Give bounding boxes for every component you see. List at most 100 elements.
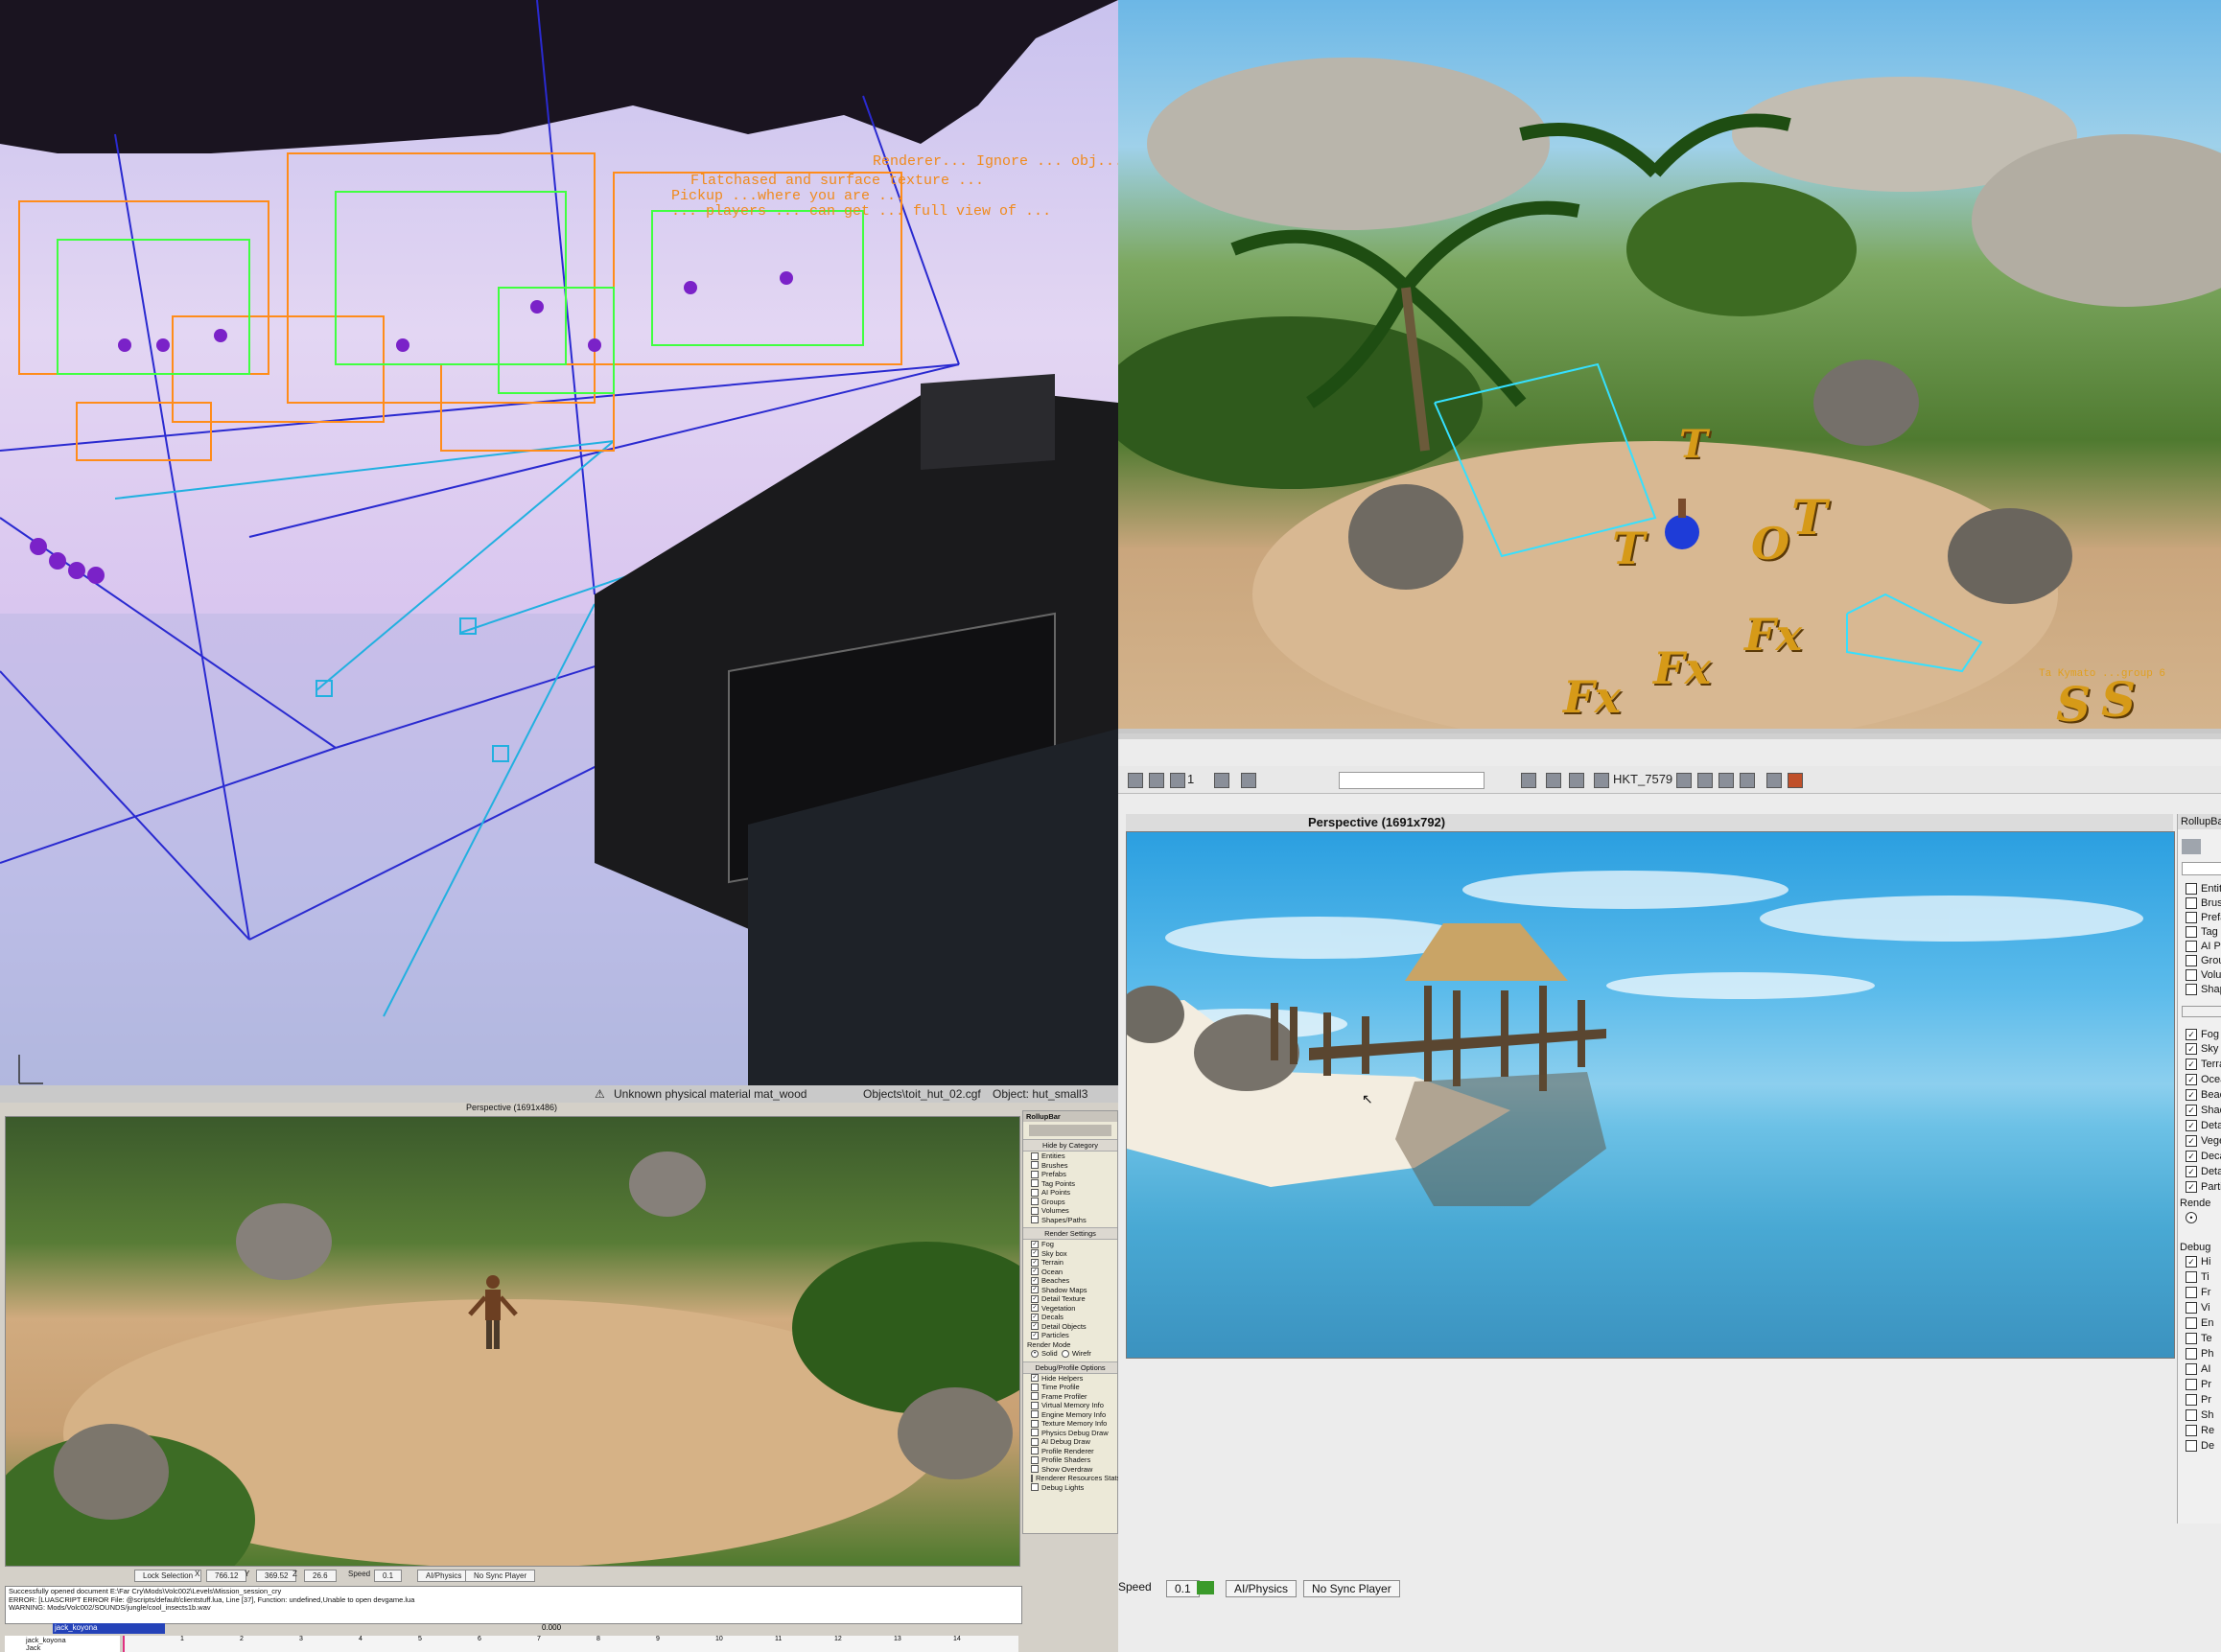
render-mode-radio[interactable]: • [2186, 1212, 2201, 1223]
debug-debuglights-checkbox[interactable]: Debug Lights [1023, 1483, 1117, 1493]
trigger-marker[interactable]: T [1612, 523, 1645, 574]
debug-texturemem-checkbox[interactable]: Texture Memory Info [1023, 1419, 1117, 1429]
no-sync-player-button[interactable]: No Sync Player [1303, 1580, 1400, 1597]
lock-selection-button[interactable]: Lock Selection [134, 1570, 202, 1582]
debug-hidehelpers-checkbox[interactable]: ✓ Hi [2186, 1256, 2210, 1268]
render-mode-radios[interactable]: • Solid Wirefr [1023, 1349, 1117, 1359]
wireframe-debug-viewport[interactable]: Renderer... Ignore ... obj... Flatchased… [0, 0, 1118, 1103]
debug-frameprofiler-checkbox[interactable]: Frame Profiler [1023, 1392, 1117, 1402]
fx-marker[interactable]: Fx [1563, 671, 1621, 723]
debug-renderresources-checkbox[interactable]: Re [2186, 1425, 2214, 1436]
render-detailobjects-checkbox[interactable]: ✓ Deta [2186, 1166, 2221, 1177]
debug-virtualmem-checkbox[interactable]: Virtual Memory Info [1023, 1401, 1117, 1410]
align-icon[interactable] [1676, 773, 1692, 788]
selection-dropdown[interactable] [1339, 772, 1485, 789]
hide-groups-checkbox[interactable]: Grou [2186, 955, 2221, 966]
debug-frameprofiler-checkbox[interactable]: Fr [2186, 1287, 2210, 1298]
render-fog-checkbox[interactable]: ✓ Fog [2186, 1029, 2219, 1040]
render-skybox-checkbox[interactable]: ✓ Sky box [1023, 1249, 1117, 1259]
align-icon[interactable] [1697, 773, 1713, 788]
hide-prefabs-checkbox[interactable]: Prefa [2186, 912, 2221, 923]
console-log[interactable]: Successfully opened document E:\Far Cry\… [5, 1586, 1022, 1624]
render-beaches-checkbox[interactable]: ✓ Beaches [1023, 1276, 1117, 1286]
debug-overdraw-checkbox[interactable]: Sh [2186, 1409, 2213, 1421]
debug-debuglights-checkbox[interactable]: De [2186, 1440, 2214, 1452]
hide-prefabs-checkbox[interactable]: Prefabs [1023, 1170, 1117, 1179]
render-detailtexture-checkbox[interactable]: ✓ Detail Texture [1023, 1294, 1117, 1304]
debug-timeprofile-checkbox[interactable]: Ti [2186, 1271, 2209, 1283]
debug-profilerenderer-checkbox[interactable]: Pr [2186, 1379, 2211, 1390]
hide-volumes-checkbox[interactable]: Volu [2186, 969, 2221, 981]
hide-tagpoints-checkbox[interactable]: Tag Points [1023, 1179, 1117, 1189]
ai-physics-button[interactable]: AI/Physics [417, 1570, 471, 1582]
hide-entities-checkbox[interactable]: Entiti [2186, 883, 2221, 895]
render-ocean-checkbox[interactable]: ✓ Ocean [1023, 1268, 1117, 1277]
jungle-viewport[interactable]: T T O T Fx Fx Fx S S Ta Kymato ...group … [1118, 0, 2221, 733]
goto-icon[interactable] [1546, 773, 1561, 788]
speed-field[interactable]: 0.1 [1166, 1580, 1200, 1597]
timeline-cursor[interactable] [123, 1636, 125, 1652]
hide-volumes-checkbox[interactable]: Volumes [1023, 1206, 1117, 1216]
render-terrain-checkbox[interactable]: ✓Terra [2186, 1059, 2221, 1070]
render-ocean-checkbox[interactable]: ✓Ocea [2186, 1074, 2221, 1085]
stop-icon[interactable] [1788, 773, 1803, 788]
y-coordinate-field[interactable]: 369.52 [256, 1570, 297, 1582]
render-skybox-checkbox[interactable]: ✓Sky b [2186, 1043, 2221, 1055]
debug-overdraw-checkbox[interactable]: Show Overdraw [1023, 1465, 1117, 1475]
hide-aipoints-checkbox[interactable]: AI Points [1023, 1188, 1117, 1198]
hide-groups-checkbox[interactable]: Groups [1023, 1198, 1117, 1207]
debug-aidraw-checkbox[interactable]: AI Debug Draw [1023, 1437, 1117, 1447]
render-detailtexture-checkbox[interactable]: ✓ Deta [2186, 1120, 2221, 1131]
layers-icon[interactable] [1149, 773, 1164, 788]
render-terrain-checkbox[interactable]: ✓ Terrain [1023, 1258, 1117, 1268]
render-detailobjects-checkbox[interactable]: ✓ Detail Objects [1023, 1322, 1117, 1332]
sound-marker[interactable]: S [2056, 676, 2091, 733]
terrain-follow-icon[interactable] [1197, 1581, 1214, 1594]
render-vegetation-checkbox[interactable]: ✓Vege [2186, 1135, 2221, 1147]
rollup-bar[interactable]: RollupBar Hide by Category Entities Brus… [1022, 1110, 1118, 1534]
render-beaches-checkbox[interactable]: ✓Beac [2186, 1089, 2221, 1101]
no-sync-player-button[interactable]: No Sync Player [465, 1570, 536, 1582]
track-list[interactable]: jack_koyona Jack [5, 1636, 120, 1652]
debug-renderresources-checkbox[interactable]: Renderer Resources Stats [1023, 1474, 1118, 1483]
track-item[interactable]: Jack [26, 1643, 40, 1652]
render-decals-checkbox[interactable]: ✓Deca [2186, 1151, 2221, 1162]
x-coordinate-field[interactable]: 766.12 [206, 1570, 247, 1582]
align-icon[interactable] [1718, 773, 1734, 788]
record-icon[interactable] [1766, 773, 1782, 788]
grid-size-value[interactable]: 1 [1187, 772, 1194, 786]
align-icon[interactable] [1740, 773, 1755, 788]
debug-virtualmem-checkbox[interactable]: Vi [2186, 1302, 2210, 1314]
render-vegetation-checkbox[interactable]: ✓ Vegetation [1023, 1304, 1117, 1314]
create-object-icon[interactable] [2182, 839, 2201, 854]
ai-physics-button[interactable]: AI/Physics [1226, 1580, 1298, 1597]
hide-shapes-checkbox[interactable]: Shap [2186, 984, 2221, 995]
hide-shapes-checkbox[interactable]: Shapes/Paths [1023, 1216, 1117, 1225]
debug-aidraw-checkbox[interactable]: AI [2186, 1363, 2210, 1375]
grid-icon[interactable] [1170, 773, 1185, 788]
category-field[interactable] [2182, 862, 2221, 875]
render-fog-checkbox[interactable]: ✓ Fog [1023, 1240, 1117, 1249]
trigger-marker[interactable]: T [1791, 489, 1827, 546]
fx-marker[interactable]: Fx [1744, 609, 1802, 661]
terrain-snap-icon[interactable] [1241, 773, 1256, 788]
terrain-icon[interactable] [1128, 773, 1143, 788]
debug-profilerenderer-checkbox[interactable]: Profile Renderer [1023, 1447, 1117, 1456]
debug-timeprofile-checkbox[interactable]: Time Profile [1023, 1383, 1117, 1392]
debug-physicsdraw-checkbox[interactable]: Physics Debug Draw [1023, 1429, 1117, 1438]
hide-tagpoints-checkbox[interactable]: Tag P [2186, 926, 2221, 938]
rollup-bar[interactable]: RollupBar Entiti Brus Prefa Tag P AI Po … [2177, 814, 2221, 1524]
trigger-marker[interactable]: O [1751, 518, 1789, 570]
render-decals-checkbox[interactable]: ✓ Decals [1023, 1313, 1117, 1322]
render-shadowmaps-checkbox[interactable]: ✓ Shadow Maps [1023, 1286, 1117, 1295]
debug-texturemem-checkbox[interactable]: Te [2186, 1333, 2212, 1344]
hide-brushes-checkbox[interactable]: Brushes [1023, 1161, 1117, 1171]
trigger-marker[interactable]: T [1679, 422, 1708, 467]
hide-aipoints-checkbox[interactable]: AI Po [2186, 941, 2221, 952]
debug-profileshaders-checkbox[interactable]: Pr [2186, 1394, 2211, 1406]
hide-entities-checkbox[interactable]: Entities [1023, 1152, 1117, 1161]
physics-icon[interactable] [1569, 773, 1584, 788]
rollup-tab-icons[interactable] [1029, 1125, 1111, 1136]
debug-enginemem-checkbox[interactable]: En [2186, 1317, 2213, 1329]
perspective-viewport[interactable] [5, 1116, 1020, 1567]
